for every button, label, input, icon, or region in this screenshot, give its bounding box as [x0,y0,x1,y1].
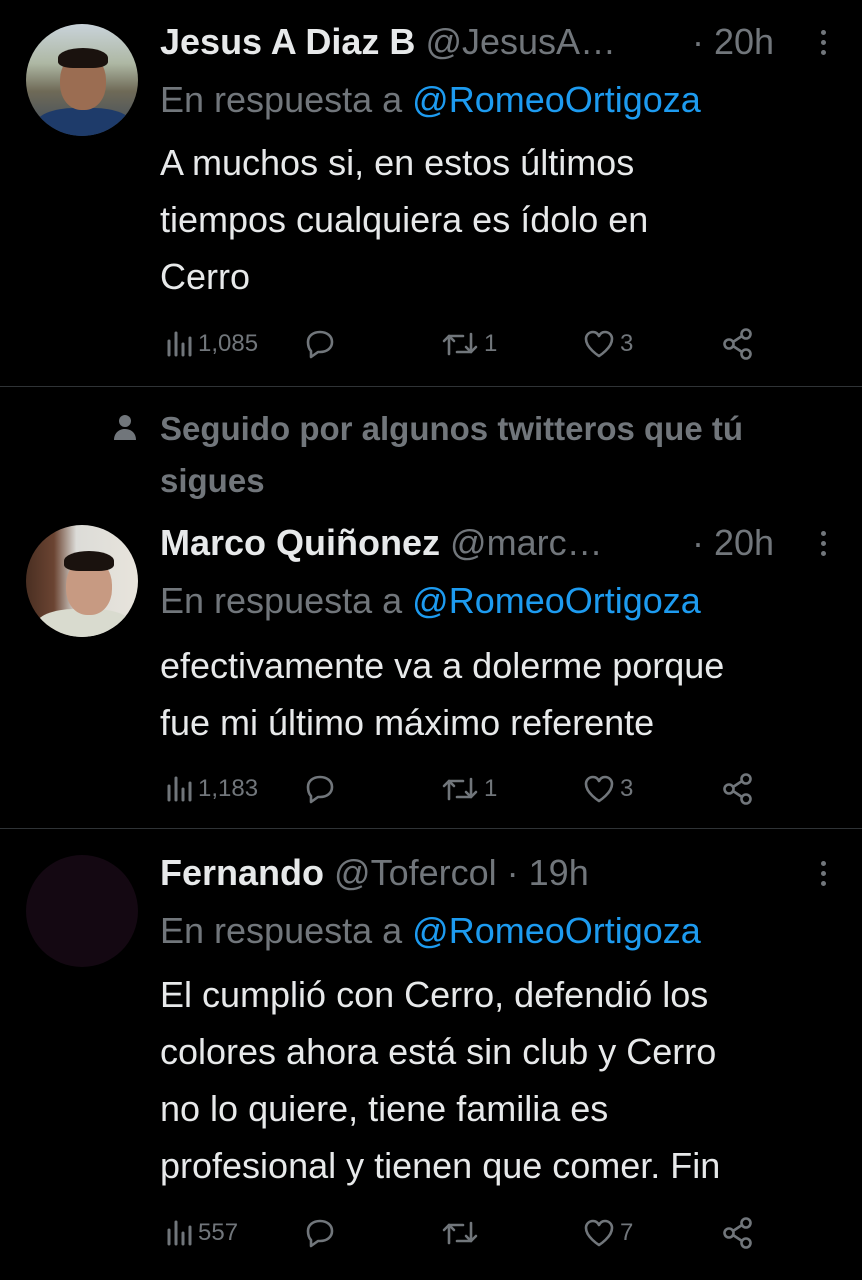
share-icon [723,1217,752,1249]
retweet-button[interactable]: 1 [440,324,497,364]
tweet-time[interactable]: · 19h [507,852,589,893]
reply-button[interactable] [302,1213,342,1253]
tweet-text-line: fue mi último máximo referente [160,702,655,743]
author-handle[interactable]: @JesusA… [425,21,616,62]
retweet-icon [442,777,478,801]
reply-button[interactable] [302,324,342,364]
reply-icon [306,775,334,804]
tweet-text-line: no lo quiere, tiene familia es [160,1088,609,1129]
tweet-text: A muchos si, en estos últimos tiempos cu… [160,134,850,305]
views-count: 1,183 [198,775,259,802]
like-count: 7 [620,1219,634,1246]
share-button[interactable] [720,324,756,364]
tweet-feed: Jesus A Diaz B @JesusA… · 20h En respues… [0,0,862,1280]
tweet-header: Jesus A Diaz B @JesusA… · 20h [160,20,862,64]
reply-context: En respuesta a @RomeoOrtigoza [160,78,701,122]
tweet-actions: 1,085 1 3 [160,324,760,364]
social-context: Seguido por algunos twitteros que tú sig… [160,403,850,507]
mention-link[interactable]: @RomeoOrtigoza [412,79,701,120]
reply-prefix: En respuesta a [160,580,413,621]
retweet-icon [442,1221,478,1245]
like-icon [584,1219,614,1247]
more-icon[interactable] [818,30,828,55]
like-button[interactable]: 7 [582,1213,633,1253]
social-context-line: sigues [160,462,265,499]
social-context-line: Seguido por algunos twitteros que tú [160,410,743,447]
share-button[interactable] [720,769,756,809]
tweet[interactable]: Jesus A Diaz B @JesusA… · 20h En respues… [0,0,862,386]
share-icon [723,328,752,360]
retweet-button[interactable]: 1 [440,769,497,809]
reply-icon [306,330,334,359]
author-handle[interactable]: @marc… [450,522,603,563]
like-count: 3 [620,775,634,802]
reply-prefix: En respuesta a [160,910,413,951]
views-icon [167,1220,192,1246]
views-count: 1,085 [198,330,259,357]
tweet-actions: 1,183 1 3 [160,769,760,809]
views-button[interactable]: 557 [164,1213,238,1253]
share-button[interactable] [720,1213,756,1253]
tweet-header: Fernando @Tofercol · 19h [160,851,862,895]
tweet-time[interactable]: · 20h [692,521,774,565]
tweet[interactable]: Fernando @Tofercol · 19h En respuesta a … [0,829,862,1280]
tweet-text: efectivamente va a dolerme porque fue mi… [160,637,850,751]
retweet-icon [442,332,478,356]
tweet-text-line: Cerro [160,256,251,297]
tweet-text-line: tiempos cualquiera es ídolo en [160,199,649,240]
person-icon [114,415,136,440]
like-icon [584,330,614,358]
reply-icon [306,1219,334,1248]
like-button[interactable]: 3 [582,769,633,809]
tweet-text: El cumplió con Cerro, defendió los color… [160,966,850,1194]
like-button[interactable]: 3 [582,324,633,364]
views-button[interactable]: 1,183 [164,769,258,809]
reply-context: En respuesta a @RomeoOrtigoza [160,909,701,953]
retweet-count: 1 [484,775,498,802]
reply-button[interactable] [302,769,342,809]
avatar[interactable] [26,525,138,637]
like-count: 3 [620,330,634,357]
tweet-text-line: A muchos si, en estos últimos [160,142,635,183]
retweet-count: 1 [484,330,498,357]
more-icon[interactable] [818,861,828,886]
views-count: 557 [198,1219,239,1246]
tweet[interactable]: Seguido por algunos twitteros que tú sig… [0,387,862,828]
like-icon [584,775,614,803]
tweet-text-line: colores ahora está sin club y Cerro [160,1031,717,1072]
views-icon [167,776,192,802]
author-name[interactable]: Marco Quiñonez [160,522,440,563]
tweet-header: Marco Quiñonez @marc… · 20h [160,521,862,565]
author-name[interactable]: Jesus A Diaz B [160,21,415,62]
mention-link[interactable]: @RomeoOrtigoza [412,910,701,951]
reply-prefix: En respuesta a [160,79,413,120]
avatar[interactable] [26,24,138,136]
author-name[interactable]: Fernando [160,852,324,893]
views-button[interactable]: 1,085 [164,324,258,364]
reply-context: En respuesta a @RomeoOrtigoza [160,579,701,623]
more-icon[interactable] [818,531,828,556]
tweet-actions: 557 7 [160,1213,760,1253]
retweet-button[interactable] [440,1213,484,1253]
avatar[interactable] [26,855,138,967]
mention-link[interactable]: @RomeoOrtigoza [412,580,701,621]
tweet-text-line: efectivamente va a dolerme porque [160,645,725,686]
tweet-time[interactable]: · 20h [692,20,774,64]
views-icon [167,331,192,357]
tweet-text-line: profesional y tienen que comer. Fin [160,1145,721,1186]
share-icon [723,773,752,805]
author-handle[interactable]: @Tofercol [334,852,497,893]
tweet-text-line: El cumplió con Cerro, defendió los [160,974,709,1015]
